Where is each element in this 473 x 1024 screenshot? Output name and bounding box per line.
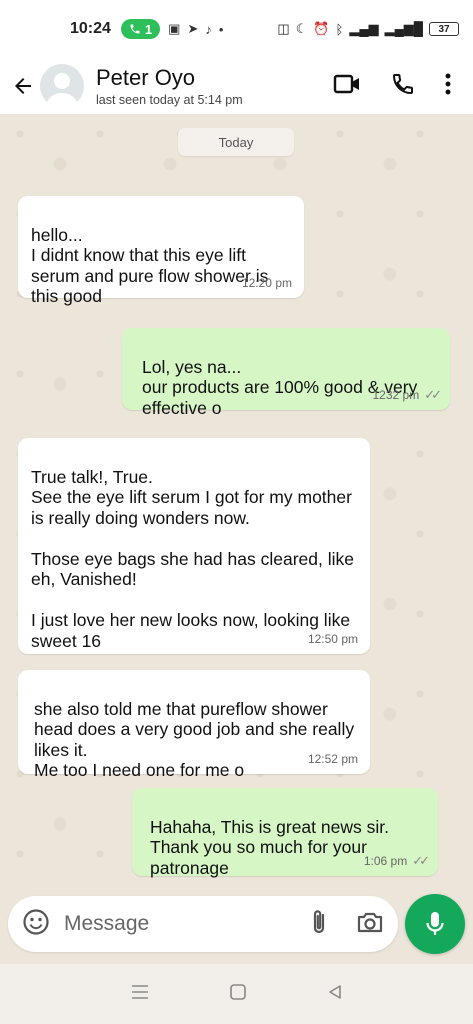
message-meta: 12:20 pm [242, 273, 292, 294]
home-square-icon[interactable] [229, 983, 247, 1006]
attachment-clip-icon[interactable] [310, 908, 328, 941]
camera-icon[interactable] [356, 910, 384, 939]
app-notification-icon: ▣ [168, 21, 181, 36]
message-time: 12:20 pm [241, 275, 292, 290]
chat-area[interactable]: Today hello... I didnt know that this ey… [0, 114, 473, 964]
telegram-icon: ➤ [187, 21, 199, 36]
composer-actions [310, 908, 384, 941]
read-receipt-icon: ✓✓ [424, 386, 442, 402]
message-meta: 1:06 pm ✓✓ [363, 851, 430, 872]
contact-name: Peter Oyo [96, 65, 196, 90]
message-bubble-incoming[interactable]: she also told me that pureflow shower he… [18, 670, 370, 780]
contact-info[interactable]: Peter Oyo last seen today at 5:14 pm [96, 65, 243, 107]
signal-4g-icon: ▂▄▆█ [384, 21, 423, 36]
recents-menu-icon[interactable] [130, 984, 150, 1005]
tiktok-icon: ♪ [205, 21, 212, 37]
date-chip: Today [178, 128, 294, 156]
message-time: 1:06 pm [363, 853, 408, 868]
status-time: 10:24 [70, 20, 111, 37]
more-notifications-dot-icon: • [218, 21, 224, 37]
system-icons: ◫ ☾ ⏰ ᛒ ▂▄▆ ▂▄▆█ 37 [277, 21, 459, 37]
bluetooth-icon: ᛒ [335, 21, 344, 37]
message-text: hello... I didnt know that this eye lift… [31, 224, 269, 307]
chat-header: Peter Oyo last seen today at 5:14 pm [0, 58, 473, 114]
system-nav-bar [0, 964, 473, 1024]
video-call-icon[interactable] [333, 73, 361, 100]
last-seen-text: last seen today at 5:14 pm [96, 93, 243, 107]
alarm-icon: ⏰ [313, 21, 330, 36]
message-time: 12:52 pm [307, 751, 358, 766]
message-text: she also told me that pureflow shower he… [34, 698, 355, 781]
do-not-disturb-moon-icon: ☾ [295, 21, 308, 36]
header-actions [333, 72, 463, 101]
message-meta: 1232 pm ✓✓ [372, 385, 442, 406]
call-count: 1 [144, 21, 153, 37]
battery-icon: 37 [429, 22, 459, 36]
message-bubble-outgoing[interactable]: Hahaha, This is great news sir. Thank yo… [132, 788, 438, 878]
emoji-icon[interactable] [22, 908, 50, 941]
notification-icons: ▣ ➤ ♪ • [168, 21, 223, 37]
avatar[interactable] [40, 64, 84, 108]
more-vert-icon[interactable] [445, 73, 451, 100]
message-input[interactable] [64, 912, 264, 936]
message-time: 12:50 pm [307, 631, 358, 646]
signal-icon: ▂▄▆ [349, 21, 379, 36]
back-arrow-icon[interactable] [10, 73, 36, 99]
call-icon [130, 24, 140, 34]
message-time: 1232 pm [372, 387, 420, 402]
mic-button[interactable] [405, 894, 465, 954]
message-bubble-outgoing[interactable]: Lol, yes na... our products are 100% goo… [122, 328, 450, 418]
message-text: True talk!, True. See the eye lift serum… [31, 466, 354, 651]
message-meta: 12:52 pm [308, 749, 358, 770]
back-triangle-icon[interactable] [326, 983, 344, 1006]
message-bubble-incoming[interactable]: hello... I didnt know that this eye lift… [18, 196, 304, 306]
message-meta: 12:50 pm [308, 629, 358, 650]
status-bar: 10:24 1 ▣ ➤ ♪ • ◫ ☾ ⏰ ᛒ ▂▄▆ ▂▄▆█ 37 [0, 0, 473, 58]
phone-icon[interactable] [391, 72, 415, 101]
nfc-icon: ◫ [277, 21, 290, 36]
message-text: Hahaha, This is great news sir. Thank yo… [150, 816, 389, 878]
message-bubble-incoming[interactable]: True talk!, True. See the eye lift serum… [18, 438, 370, 654]
read-receipt-icon: ✓✓ [412, 852, 430, 868]
ongoing-call-pill[interactable]: 1 [120, 19, 161, 39]
mic-icon [426, 912, 444, 935]
message-composer [8, 896, 398, 952]
